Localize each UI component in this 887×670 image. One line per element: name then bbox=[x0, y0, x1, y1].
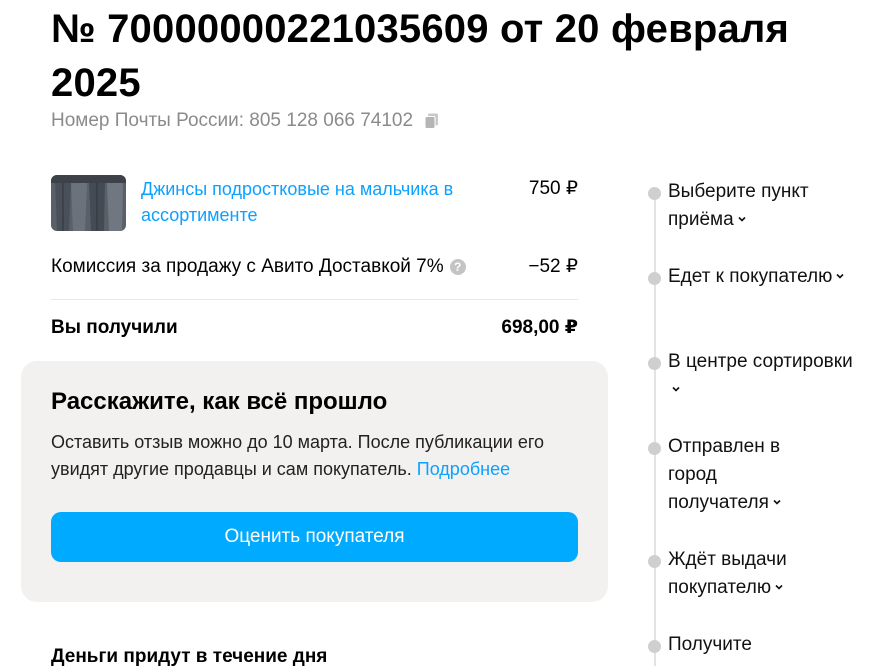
step-text: Отправлен в город получателя bbox=[668, 436, 781, 513]
step-text: Получите bbox=[668, 634, 752, 655]
timeline-step-label[interactable]: Выберите пункт приёма bbox=[668, 178, 858, 234]
tracking-number: Номер Почты России: 805 128 066 74102 bbox=[51, 110, 441, 132]
fee-label: Комиссия за продажу с Авито Доставкой 7% bbox=[51, 256, 444, 277]
fee-value: −52 ₽ bbox=[528, 256, 578, 277]
chevron-down-icon bbox=[775, 584, 783, 590]
timeline-step-label[interactable]: Получите bbox=[668, 631, 858, 659]
timeline-dot bbox=[648, 640, 661, 653]
step-text: Ждёт выдачи покупателю bbox=[668, 549, 787, 598]
money-heading: Деньги придут в течение дня bbox=[51, 646, 328, 667]
divider bbox=[51, 299, 578, 300]
timeline-dot bbox=[648, 555, 661, 568]
more-link[interactable]: Подробнее bbox=[417, 459, 510, 479]
step-text: В центре сортировки bbox=[668, 351, 853, 372]
tracking-label: Номер Почты России: 805 128 066 74102 bbox=[51, 110, 414, 131]
item-link[interactable]: Джинсы подростковые на мальчика в ассорт… bbox=[141, 176, 501, 228]
order-item: Джинсы подростковые на мальчика в ассорт… bbox=[51, 175, 578, 233]
item-price: 750 ₽ bbox=[528, 178, 578, 199]
copy-icon[interactable] bbox=[423, 112, 441, 130]
total-value: 698,00 ₽ bbox=[501, 317, 578, 338]
rate-buyer-button[interactable]: Оценить покупателя bbox=[51, 512, 578, 562]
item-thumbnail[interactable] bbox=[51, 175, 126, 231]
review-title: Расскажите, как всё прошло bbox=[51, 388, 388, 415]
fee-label-wrap: Комиссия за продажу с Авито Доставкой 7%… bbox=[51, 253, 466, 281]
timeline-dot bbox=[648, 272, 661, 285]
help-icon[interactable]: ? bbox=[449, 259, 466, 275]
timeline-step-label[interactable]: Отправлен в город получателя bbox=[668, 433, 788, 517]
fee-row: Комиссия за продажу с Авито Доставкой 7%… bbox=[51, 253, 578, 281]
timeline-dot bbox=[648, 442, 661, 455]
timeline-step-label[interactable]: Едет к покупателю bbox=[668, 263, 858, 291]
chevron-down-icon bbox=[836, 273, 844, 279]
delivery-timeline: Выберите пункт приёма Едет к покупателю … bbox=[640, 0, 887, 666]
review-text: Оставить отзыв можно до 10 марта. После … bbox=[51, 429, 591, 483]
timeline-dot bbox=[648, 357, 661, 370]
review-card: Расскажите, как всё прошло Оставить отзы… bbox=[21, 361, 608, 602]
total-row: Вы получили 698,00 ₽ bbox=[51, 314, 578, 342]
total-label: Вы получили bbox=[51, 317, 178, 338]
timeline-dot bbox=[648, 187, 661, 200]
chevron-down-icon bbox=[672, 386, 680, 392]
timeline-line bbox=[654, 196, 656, 666]
timeline-step-label[interactable]: Ждёт выдачи покупателю bbox=[668, 546, 858, 602]
timeline-step-label[interactable]: В центре сортировки bbox=[668, 348, 858, 404]
chevron-down-icon bbox=[738, 216, 746, 222]
step-text: Едет к покупателю bbox=[668, 266, 833, 287]
chevron-down-icon bbox=[773, 499, 781, 505]
